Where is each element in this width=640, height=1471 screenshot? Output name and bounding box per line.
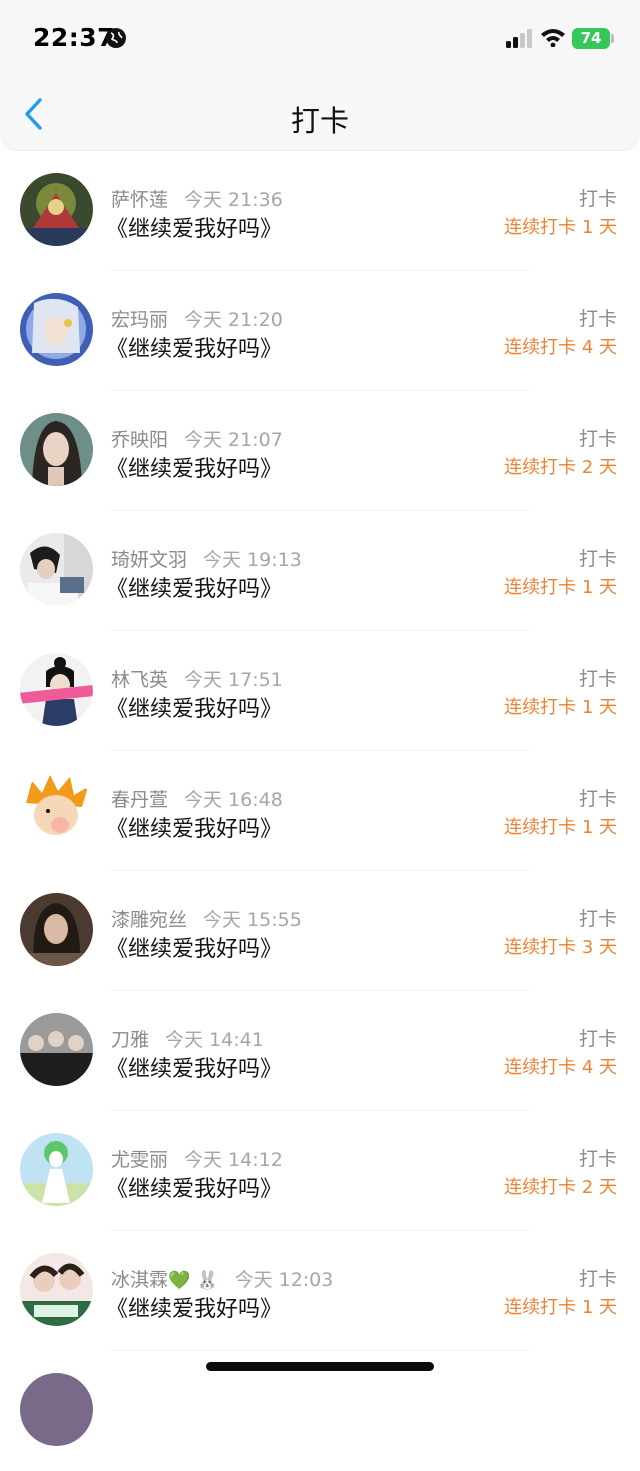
- emoji-badge: 💚 🐰: [168, 1270, 219, 1291]
- checkin-row[interactable]: 刀雅 今天 14:41 《继续爱我好吗》 打卡 连续打卡 4 天: [0, 991, 640, 1111]
- user-name: 林飞英 今天 17:51: [111, 669, 283, 691]
- checkin-row[interactable]: 乔映阳 今天 21:07 《继续爱我好吗》 打卡 连续打卡 2 天: [0, 391, 640, 511]
- checkin-label: 打卡: [578, 308, 617, 330]
- avatar[interactable]: [20, 173, 93, 246]
- avatar[interactable]: [20, 893, 93, 966]
- book-title: 《继续爱我好吗》: [106, 1177, 283, 1202]
- checkin-label: 打卡: [578, 548, 617, 570]
- status-bar: 22:37 74: [0, 0, 640, 76]
- checkin-label: 打卡: [578, 908, 617, 930]
- streak-label: 连续打卡 4 天: [504, 337, 617, 358]
- avatar[interactable]: [20, 1013, 93, 1086]
- book-title: 《继续爱我好吗》: [106, 817, 283, 842]
- checkin-time: 今天 17:51: [184, 669, 283, 691]
- user-name: 刀雅 今天 14:41: [111, 1029, 264, 1051]
- user-name: 冰淇霖💚 🐰 今天 12:03: [111, 1269, 334, 1291]
- battery-tip: [611, 34, 614, 43]
- streak-label: 连续打卡 1 天: [504, 577, 617, 598]
- streak-label: 连续打卡 1 天: [504, 217, 617, 238]
- checkin-label: 打卡: [578, 428, 617, 450]
- checkin-row[interactable]: 漆雕宛丝 今天 15:55 《继续爱我好吗》 打卡 连续打卡 3 天: [0, 871, 640, 991]
- checkin-time: 今天 21:07: [184, 429, 283, 451]
- checkin-label: 打卡: [578, 188, 617, 210]
- checkin-label: 打卡: [578, 1028, 617, 1050]
- avatar[interactable]: [20, 773, 93, 846]
- user-name: 春丹萱 今天 16:48: [111, 789, 283, 811]
- globe-icon: [106, 28, 126, 48]
- streak-label: 连续打卡 3 天: [504, 937, 617, 958]
- checkin-label: 打卡: [578, 668, 617, 690]
- book-title: 《继续爱我好吗》: [106, 937, 283, 962]
- book-title: 《继续爱我好吗》: [106, 337, 283, 362]
- checkin-label: 打卡: [578, 1268, 617, 1290]
- checkin-time: 今天 12:03: [234, 1269, 334, 1291]
- avatar[interactable]: [20, 1373, 93, 1446]
- checkin-row[interactable]: 宏玛丽 今天 21:20 《继续爱我好吗》 打卡 连续打卡 4 天: [0, 271, 640, 391]
- checkin-time: 今天 16:48: [184, 789, 283, 811]
- user-name: 尤雯丽 今天 14:12: [111, 1149, 283, 1171]
- avatar[interactable]: [20, 293, 93, 366]
- streak-label: 连续打卡 2 天: [504, 457, 617, 478]
- book-title: 《继续爱我好吗》: [106, 217, 283, 242]
- checkin-row[interactable]: 萨怀莲 今天 21:36 《继续爱我好吗》 打卡 连续打卡 1 天: [0, 151, 640, 271]
- checkin-row[interactable]: 春丹萱 今天 16:48 《继续爱我好吗》 打卡 连续打卡 1 天: [0, 751, 640, 871]
- checkin-time: 今天 21:36: [184, 189, 283, 211]
- streak-label: 连续打卡 1 天: [504, 817, 617, 838]
- checkin-label: 打卡: [578, 788, 617, 810]
- user-name: 乔映阳 今天 21:07: [111, 429, 283, 451]
- checkin-time: 今天 15:55: [203, 909, 302, 931]
- user-name: 漆雕宛丝 今天 15:55: [111, 909, 302, 931]
- checkin-time: 今天 14:12: [184, 1149, 283, 1171]
- checkin-list[interactable]: 萨怀莲 今天 21:36 《继续爱我好吗》 打卡 连续打卡 1 天 宏玛丽 今天 2…: [0, 151, 640, 1471]
- cellular-signal-icon: [506, 29, 532, 48]
- streak-label: 连续打卡 1 天: [504, 697, 617, 718]
- user-name: 宏玛丽 今天 21:20: [111, 309, 283, 331]
- checkin-time: 今天 21:20: [184, 309, 283, 331]
- checkin-label: 打卡: [578, 1148, 617, 1170]
- page-title: 打卡: [290, 104, 349, 138]
- streak-label: 连续打卡 4 天: [504, 1057, 617, 1078]
- home-indicator[interactable]: [206, 1362, 434, 1371]
- wifi-icon: [541, 29, 565, 47]
- avatar[interactable]: [20, 653, 93, 726]
- checkin-time: 今天 14:41: [165, 1029, 264, 1051]
- checkin-row[interactable]: 尤雯丽 今天 14:12 《继续爱我好吗》 打卡 连续打卡 2 天: [0, 1111, 640, 1231]
- status-time: 22:37: [33, 23, 116, 52]
- checkin-time: 今天 19:13: [203, 549, 302, 571]
- avatar[interactable]: [20, 533, 93, 606]
- book-title: 《继续爱我好吗》: [106, 1297, 283, 1322]
- streak-label: 连续打卡 1 天: [504, 1297, 617, 1318]
- book-title: 《继续爱我好吗》: [106, 457, 283, 482]
- checkin-row[interactable]: 琦妍文羽 今天 19:13 《继续爱我好吗》 打卡 连续打卡 1 天: [0, 511, 640, 631]
- book-title: 《继续爱我好吗》: [106, 697, 283, 722]
- streak-label: 连续打卡 2 天: [504, 1177, 617, 1198]
- user-name: 萨怀莲 今天 21:36: [111, 189, 283, 211]
- avatar[interactable]: [20, 413, 93, 486]
- book-title: 《继续爱我好吗》: [106, 1057, 283, 1082]
- avatar[interactable]: [20, 1133, 93, 1206]
- battery-indicator: 74: [572, 28, 610, 49]
- avatar[interactable]: [20, 1253, 93, 1326]
- book-title: 《继续爱我好吗》: [106, 577, 283, 602]
- checkin-row[interactable]: 冰淇霖💚 🐰 今天 12:03 《继续爱我好吗》 打卡 连续打卡 1 天: [0, 1231, 640, 1351]
- user-name: 琦妍文羽 今天 19:13: [111, 549, 302, 571]
- checkin-row[interactable]: 林飞英 今天 17:51 《继续爱我好吗》 打卡 连续打卡 1 天: [0, 631, 640, 751]
- battery-level: 74: [580, 29, 602, 47]
- nav-bar: 打卡: [0, 76, 640, 151]
